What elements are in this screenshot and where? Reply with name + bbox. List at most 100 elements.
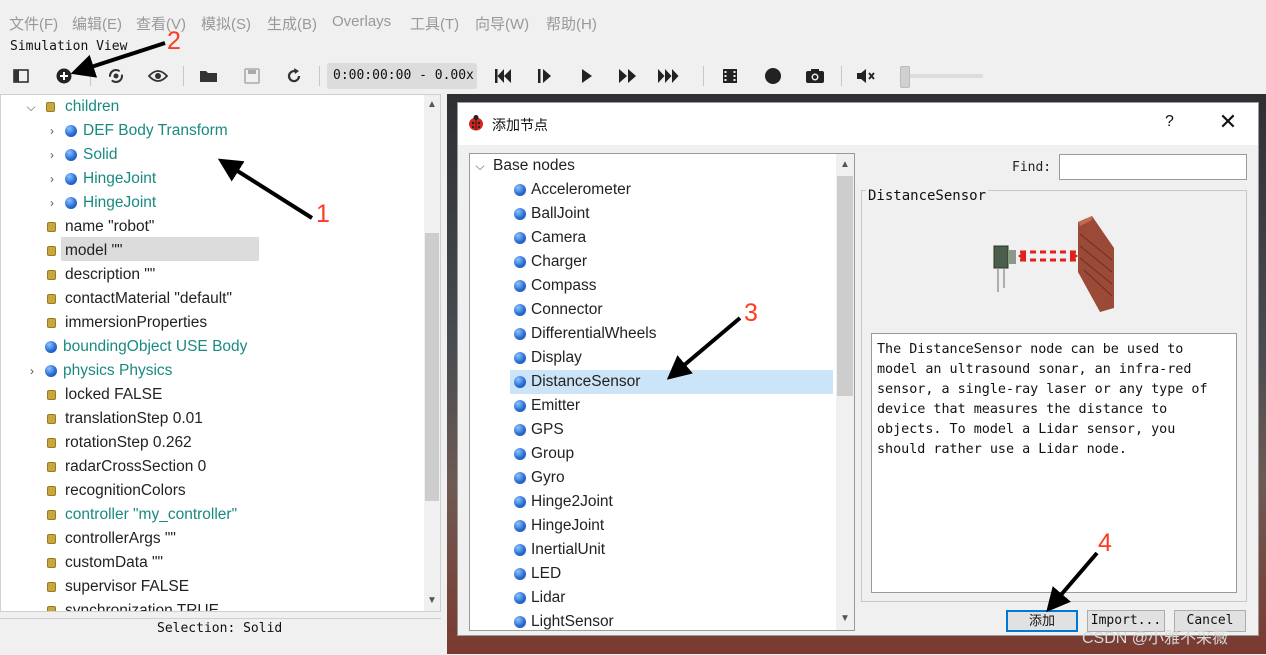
scroll-down-icon[interactable]: ▼ bbox=[837, 611, 853, 627]
menu-tools[interactable]: 工具(T) bbox=[410, 13, 459, 34]
field-icon bbox=[47, 294, 56, 304]
field-icon bbox=[47, 510, 56, 520]
menu-simulation[interactable]: 模拟(S) bbox=[201, 13, 251, 34]
record-movie-icon[interactable] bbox=[717, 64, 743, 88]
add-node-icon[interactable] bbox=[51, 64, 77, 88]
field-icon bbox=[47, 246, 56, 256]
volume-slider-handle[interactable] bbox=[900, 66, 910, 88]
chevron-right-icon[interactable]: › bbox=[46, 143, 58, 167]
scroll-up-icon[interactable]: ▲ bbox=[424, 97, 440, 113]
simulation-time-display: 0:00:00:00 - 0.00x bbox=[327, 63, 477, 89]
play-icon[interactable] bbox=[574, 64, 600, 88]
node-description: The DistanceSensor node can be used to m… bbox=[871, 333, 1237, 593]
open-world-icon[interactable] bbox=[196, 64, 222, 88]
scroll-down-icon[interactable]: ▼ bbox=[424, 593, 440, 609]
tree-row-label: boundingObject USE Body bbox=[63, 338, 248, 355]
tree-row-label: controller "my_controller" bbox=[65, 506, 238, 523]
scroll-up-icon[interactable]: ▲ bbox=[837, 157, 853, 173]
toolbar-separator bbox=[319, 66, 320, 86]
find-input[interactable] bbox=[1059, 154, 1247, 180]
list-item-label: Display bbox=[531, 349, 582, 366]
node-icon bbox=[514, 472, 526, 484]
volume-slider[interactable] bbox=[907, 74, 983, 78]
node-icon bbox=[65, 149, 77, 161]
reset-view-icon[interactable] bbox=[103, 64, 129, 88]
mute-icon[interactable] bbox=[853, 64, 879, 88]
scene-tree[interactable]: ⌵ children › DEF Body Transform › Solid … bbox=[0, 94, 441, 612]
toolbar-separator bbox=[90, 66, 91, 86]
node-icon bbox=[514, 520, 526, 532]
list-item-label: Compass bbox=[531, 277, 597, 294]
chevron-right-icon[interactable]: › bbox=[46, 167, 58, 191]
node-icon bbox=[65, 173, 77, 185]
menu-wizards[interactable]: 向导(W) bbox=[475, 13, 529, 34]
list-item-label: DistanceSensor bbox=[531, 373, 641, 390]
fast-forward-icon[interactable] bbox=[615, 64, 641, 88]
field-icon bbox=[47, 486, 56, 496]
chevron-down-icon[interactable]: ⌵ bbox=[474, 154, 486, 178]
tree-row-label: customData "" bbox=[65, 554, 164, 571]
node-icon bbox=[514, 616, 526, 628]
field-icon bbox=[47, 270, 56, 280]
chevron-down-icon[interactable]: ⌵ bbox=[25, 95, 37, 119]
list-item-label: Charger bbox=[531, 253, 587, 270]
node-icon bbox=[514, 544, 526, 556]
help-button[interactable]: ? bbox=[1165, 113, 1174, 131]
chevron-right-icon[interactable]: › bbox=[46, 191, 58, 215]
step-icon[interactable] bbox=[532, 64, 558, 88]
field-icon bbox=[47, 390, 56, 400]
list-item-label: Hinge2Joint bbox=[531, 493, 613, 510]
menu-overlays[interactable]: Overlays bbox=[332, 13, 391, 30]
record-dot-icon[interactable] bbox=[760, 64, 786, 88]
annotation-number-2: 2 bbox=[167, 27, 181, 55]
menu-build[interactable]: 生成(B) bbox=[267, 13, 317, 34]
list-root-label: Base nodes bbox=[493, 157, 575, 174]
field-icon bbox=[47, 534, 56, 544]
menu-help[interactable]: 帮助(H) bbox=[546, 13, 597, 34]
toolbar-separator bbox=[703, 66, 704, 86]
tree-row-label: DEF Body Transform bbox=[83, 122, 228, 139]
close-icon[interactable]: ✕ bbox=[1214, 108, 1242, 136]
list-item-label: LightSensor bbox=[531, 613, 614, 630]
toggle-panel-icon[interactable] bbox=[8, 64, 34, 88]
node-icon bbox=[514, 328, 526, 340]
toolbar-separator bbox=[183, 66, 184, 86]
save-world-icon[interactable] bbox=[239, 64, 265, 88]
list-item-label: GPS bbox=[531, 421, 564, 438]
node-list[interactable]: ⌵ Base nodes Accelerometer BallJoint Camer… bbox=[469, 153, 855, 631]
tree-row-label: controllerArgs "" bbox=[65, 530, 176, 547]
chevron-right-icon[interactable]: › bbox=[46, 119, 58, 143]
tree-row-label: HingeJoint bbox=[83, 170, 157, 187]
reload-world-icon[interactable] bbox=[281, 64, 307, 88]
node-icon bbox=[514, 352, 526, 364]
field-icon bbox=[47, 438, 56, 448]
field-icon bbox=[47, 222, 56, 232]
window-title-bar-fragment bbox=[0, 0, 1266, 8]
list-item-label: DifferentialWheels bbox=[531, 325, 657, 342]
node-list-scrollbar-thumb[interactable] bbox=[837, 176, 853, 396]
tree-row-label: children bbox=[65, 98, 120, 115]
menu-file[interactable]: 文件(F) bbox=[9, 13, 58, 34]
field-icon bbox=[47, 558, 56, 568]
annotation-number-3: 3 bbox=[744, 299, 758, 327]
tree-row-label: contactMaterial "default" bbox=[65, 290, 232, 307]
annotation-number-1: 1 bbox=[316, 200, 330, 228]
step-back-icon[interactable] bbox=[490, 64, 516, 88]
list-item-label: Emitter bbox=[531, 397, 581, 414]
visibility-icon[interactable] bbox=[145, 64, 171, 88]
node-icon bbox=[514, 208, 526, 220]
node-icon bbox=[514, 424, 526, 436]
add-button[interactable]: 添加 bbox=[1006, 610, 1078, 632]
list-item-label: Group bbox=[531, 445, 575, 462]
tree-scrollbar-thumb[interactable] bbox=[425, 233, 439, 501]
list-item-label: InertialUnit bbox=[531, 541, 606, 558]
dialog-title-bar bbox=[458, 103, 1258, 145]
screenshot-icon[interactable] bbox=[802, 64, 828, 88]
node-icon bbox=[514, 232, 526, 244]
fastest-icon[interactable] bbox=[656, 64, 682, 88]
list-item-label: BallJoint bbox=[531, 205, 590, 222]
distance-sensor-preview-image bbox=[980, 212, 1120, 312]
chevron-right-icon[interactable]: › bbox=[26, 359, 38, 383]
menu-edit[interactable]: 编辑(E) bbox=[72, 13, 122, 34]
node-icon bbox=[514, 304, 526, 316]
